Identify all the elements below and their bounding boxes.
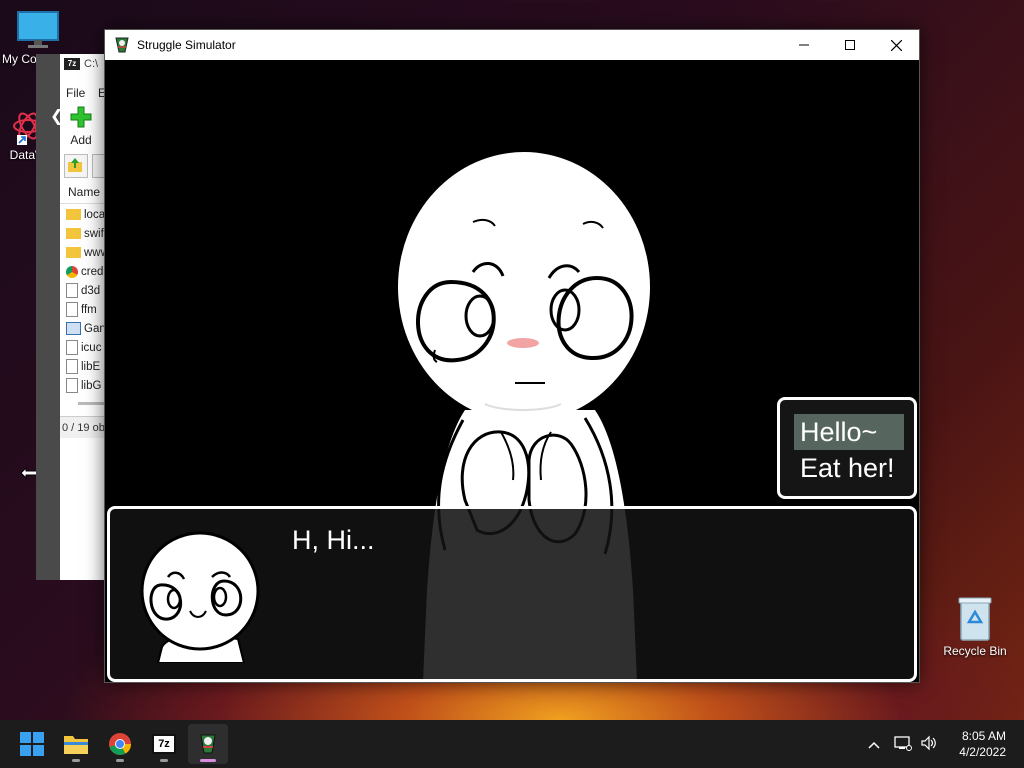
add-button[interactable]: Add [66,106,96,147]
taskbar-file-explorer[interactable] [56,724,96,764]
running-indicator [116,759,124,762]
windows-logo-icon [20,732,44,756]
running-indicator [72,759,80,762]
column-header-label: Name [68,185,101,199]
dialogue-box[interactable]: H, Hi... [107,506,917,682]
running-indicator [160,759,168,762]
clock-time: 8:05 AM [961,729,1006,743]
dialogue-text: H, Hi... [292,525,375,555]
taskbar-7zip[interactable]: 7z [144,724,184,764]
7zip-back-arrow-icon[interactable]: ❮ [50,106,63,126]
choice-hello[interactable]: Hello~ [794,414,904,450]
dll-file-icon [66,359,78,374]
choice-eat-her[interactable]: Eat her! [794,450,904,486]
folder-up-icon [68,158,82,172]
file-name: libE [81,360,101,373]
game-window[interactable]: Struggle Simulator Hello~ Eat her! H, Hi… [104,29,920,683]
start-button[interactable] [12,724,52,764]
struggle-simulator-icon [200,734,216,754]
dll-file-icon [66,378,78,393]
file-row[interactable]: loca [66,205,105,224]
close-icon [890,39,902,51]
minimize-button[interactable] [781,30,827,60]
file-name: swif [84,227,104,240]
chrome-file-icon [66,265,78,278]
7zip-title: 7z C:\ [64,58,98,70]
file-row[interactable]: libG [66,376,101,395]
clock[interactable]: 8:05 AM 4/2/2022 [959,728,1006,760]
file-name: d3d [81,284,101,297]
maximize-button[interactable] [827,30,873,60]
folder-icon [64,736,88,754]
volume-icon[interactable] [920,735,938,754]
dll-file-icon [66,302,78,317]
clock-date: 4/2/2022 [959,745,1006,759]
file-name: ffm [81,303,97,316]
desktop-icon-recycle-bin[interactable]: Recycle Bin [939,596,1011,658]
folder-icon [66,247,81,258]
network-icon[interactable] [894,735,912,754]
add-button-label: Add [70,133,92,147]
folder-icon [66,228,81,239]
file-row[interactable]: cred [66,262,103,281]
system-tray [868,720,938,768]
folder-icon [66,209,81,220]
taskbar: 7z 8:05 AM 4/2/2022 [0,720,1024,768]
monitor-icon [17,11,59,48]
7zip-icon: 7z [152,734,176,754]
file-name: loca [84,208,106,221]
file-row[interactable]: ffm [66,300,97,319]
close-button[interactable] [873,30,919,60]
taskbar-struggle-simulator[interactable] [188,724,228,764]
app-icon [115,37,129,53]
file-name: icuc [81,341,102,354]
up-folder-button[interactable] [64,154,88,178]
menu-file[interactable]: File [66,86,85,100]
file-row[interactable]: www [66,243,109,262]
choice-menu: Hello~ Eat her! [777,397,917,499]
file-row[interactable]: swif [66,224,104,243]
file-row[interactable]: Gan [66,319,106,338]
taskbar-chrome[interactable] [100,724,140,764]
recycle-bin-icon [958,597,992,641]
file-name: cred [81,265,104,278]
7zip-title-text: C:\ [84,58,99,70]
running-indicator [200,759,216,762]
desktop-icon-label: Recycle Bin [943,644,1007,658]
window-title: Struggle Simulator [137,38,236,52]
minimize-icon [799,44,809,46]
file-row[interactable]: libE [66,357,100,376]
file-name: libG [81,379,102,392]
file-name: Gan [84,322,106,335]
7zip-app-icon: 7z [64,58,80,70]
show-hidden-icons-chevron-up-icon[interactable] [868,736,880,752]
chrome-icon [109,733,131,755]
file-icon [66,340,78,355]
title-bar[interactable]: Struggle Simulator [105,30,919,60]
plus-icon [70,106,92,128]
file-row[interactable]: d3d [66,281,100,300]
maximize-icon [845,40,855,50]
file-row[interactable]: icuc [66,338,101,357]
dll-file-icon [66,283,78,298]
exe-file-icon [66,322,81,335]
character-portrait [140,531,260,663]
game-viewport[interactable]: Hello~ Eat her! H, Hi... [105,60,919,682]
